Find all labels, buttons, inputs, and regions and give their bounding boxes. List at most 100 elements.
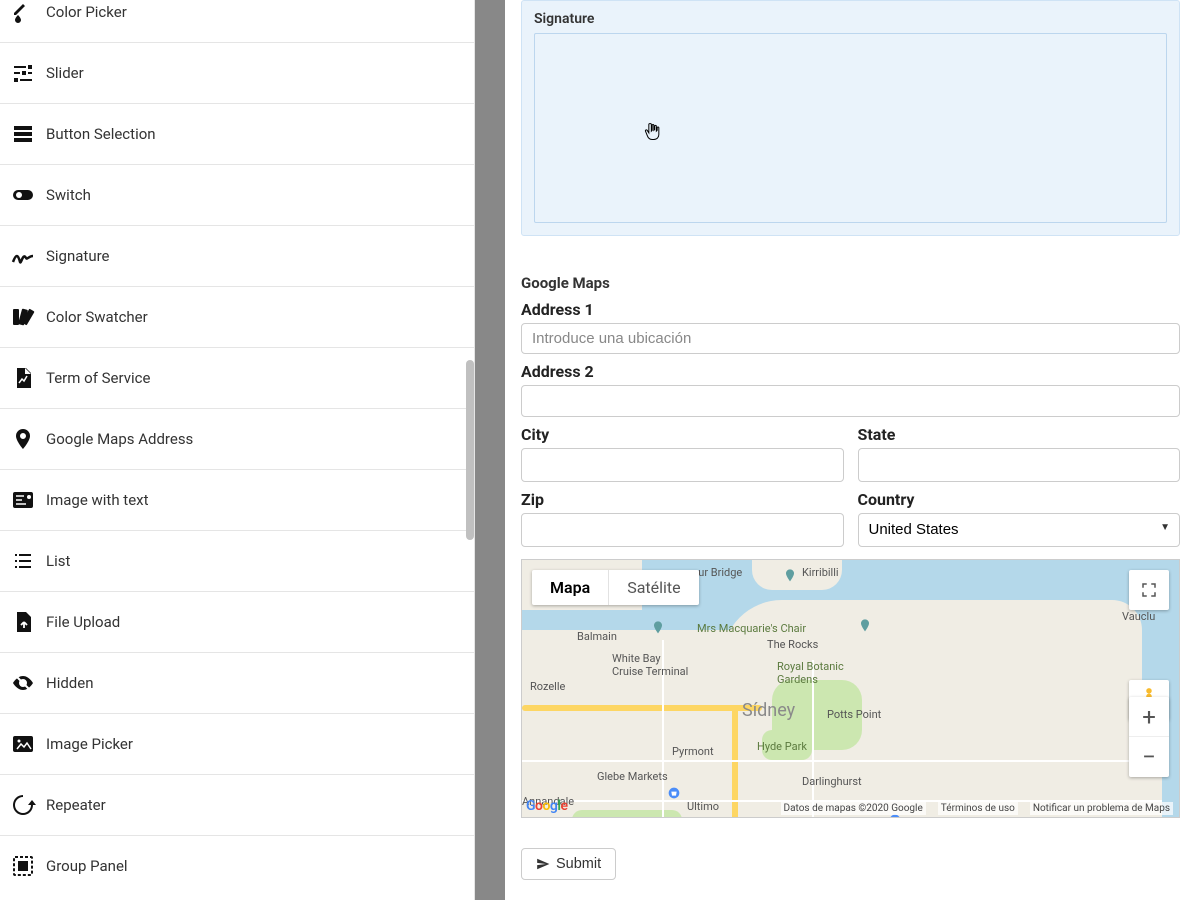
color-picker-icon [10, 0, 40, 24]
sidebar-item-list[interactable]: List [0, 531, 474, 592]
switch-icon [10, 183, 40, 207]
state-input[interactable] [858, 448, 1181, 482]
address2-input[interactable] [521, 385, 1180, 416]
map-terms-link[interactable]: Términos de uso [938, 802, 1018, 815]
main-panel: Signature Google Maps Address 1 Address … [505, 0, 1200, 900]
map-label: our Bridge [692, 566, 742, 579]
signature-field-container: Signature [521, 0, 1180, 236]
sidebar-item-signature[interactable]: Signature [0, 226, 474, 287]
slider-icon [10, 61, 40, 85]
paper-plane-icon [536, 857, 550, 871]
fullscreen-button[interactable] [1129, 570, 1169, 610]
map-label: Ultimo [687, 800, 719, 813]
address1-label: Address 1 [521, 300, 1180, 319]
state-label: State [858, 425, 1181, 444]
map-pin-icon [10, 427, 40, 451]
zip-input[interactable] [521, 513, 844, 547]
image-text-icon [10, 488, 40, 512]
map-attribution: Datos de mapas ©2020 Google Términos de … [781, 802, 1173, 815]
map-label: Mrs Macquarie's Chair [697, 622, 806, 635]
sidebar-item-image-with-text[interactable]: Image with text [0, 470, 474, 531]
sidebar-item-label: Image Picker [46, 735, 133, 753]
map-report-link[interactable]: Notificar un problema de Maps [1030, 802, 1173, 815]
sidebar-item-label: Slider [46, 64, 84, 82]
country-select[interactable]: United States [858, 513, 1181, 547]
signature-canvas[interactable] [534, 33, 1167, 223]
map-label: Kirribilli [802, 566, 839, 579]
sidebar-item-label: Image with text [46, 491, 149, 509]
sidebar-item-label: Color Picker [46, 3, 127, 21]
map-label-sydney: Sídney [742, 700, 795, 721]
google-logo: Google [526, 798, 568, 814]
image-picker-icon [10, 732, 40, 756]
map-label: Glebe Markets [597, 770, 668, 783]
address1-input[interactable] [521, 323, 1180, 354]
sidebar-item-label: Hidden [46, 674, 94, 692]
eye-off-icon [10, 671, 40, 695]
sidebar-item-label: List [46, 552, 70, 570]
sidebar-item-label: Color Swatcher [46, 308, 148, 326]
zip-label: Zip [521, 490, 844, 509]
sidebar-item-google-maps-address[interactable]: Google Maps Address [0, 409, 474, 470]
signature-icon [10, 244, 40, 268]
signature-label: Signature [534, 11, 1167, 27]
group-panel-icon [10, 854, 40, 878]
list-icon [10, 549, 40, 573]
file-upload-icon [10, 610, 40, 634]
map-canvas[interactable]: Sídney Balmain Rozelle White Bay Cruise … [521, 559, 1180, 818]
address2-label: Address 2 [521, 362, 1180, 381]
sidebar-item-label: Signature [46, 247, 110, 265]
sidebar-item-image-picker[interactable]: Image Picker [0, 714, 474, 775]
map-marker-icon [650, 620, 666, 636]
sidebar: Color Picker Slider Button Selection Swi… [0, 0, 475, 900]
sidebar-item-label: Term of Service [46, 369, 150, 387]
map-label: Pyrmont [672, 745, 714, 758]
divider [475, 0, 505, 900]
zoom-controls: + − [1129, 697, 1169, 777]
map-tab-satellite[interactable]: Satélite [609, 570, 698, 605]
sidebar-item-label: Repeater [46, 796, 106, 814]
google-maps-section-label: Google Maps [521, 274, 1180, 292]
map-label: Balmain [577, 630, 617, 643]
map-label: Vauclu [1122, 610, 1155, 623]
sidebar-item-label: Google Maps Address [46, 430, 193, 448]
sidebar-item-repeater[interactable]: Repeater [0, 775, 474, 836]
sidebar-item-hidden[interactable]: Hidden [0, 653, 474, 714]
cursor-hand-icon [643, 120, 663, 144]
shopping-marker-icon [666, 785, 682, 801]
map-label: Rozelle [530, 680, 565, 693]
submit-button[interactable]: Submit [521, 848, 616, 880]
color-swatcher-icon [10, 305, 40, 329]
city-label: City [521, 425, 844, 444]
map-label: Darlinghurst [802, 775, 862, 788]
sidebar-item-switch[interactable]: Switch [0, 165, 474, 226]
sidebar-item-label: File Upload [46, 613, 120, 631]
sidebar-item-slider[interactable]: Slider [0, 43, 474, 104]
map-marker-icon [857, 618, 873, 634]
sidebar-item-label: Switch [46, 186, 91, 204]
sidebar-item-label: Button Selection [46, 125, 156, 143]
sidebar-item-label: Group Panel [46, 857, 128, 875]
map-label: Hyde Park [757, 740, 807, 753]
map-tab-map[interactable]: Mapa [532, 570, 609, 605]
zoom-in-button[interactable]: + [1129, 697, 1169, 737]
submit-button-label: Submit [556, 856, 601, 872]
sidebar-item-term-of-service[interactable]: Term of Service [0, 348, 474, 409]
city-input[interactable] [521, 448, 844, 482]
map-marker-icon [782, 568, 798, 584]
sidebar-item-color-picker[interactable]: Color Picker [0, 0, 474, 43]
sidebar-item-group-panel[interactable]: Group Panel [0, 836, 474, 896]
map-type-tabs: Mapa Satélite [532, 570, 699, 605]
fullscreen-icon [1140, 581, 1158, 599]
map-label: Potts Point [827, 708, 881, 721]
zoom-out-button[interactable]: − [1129, 737, 1169, 777]
repeater-icon [10, 793, 40, 817]
sidebar-scrollbar[interactable] [466, 360, 474, 540]
sidebar-item-button-selection[interactable]: Button Selection [0, 104, 474, 165]
document-icon [10, 366, 40, 390]
map-label: Royal Botanic Gardens [777, 660, 844, 686]
country-label: Country [858, 490, 1181, 509]
map-label: White Bay Cruise Terminal [612, 652, 688, 678]
sidebar-item-color-swatcher[interactable]: Color Swatcher [0, 287, 474, 348]
sidebar-item-file-upload[interactable]: File Upload [0, 592, 474, 653]
